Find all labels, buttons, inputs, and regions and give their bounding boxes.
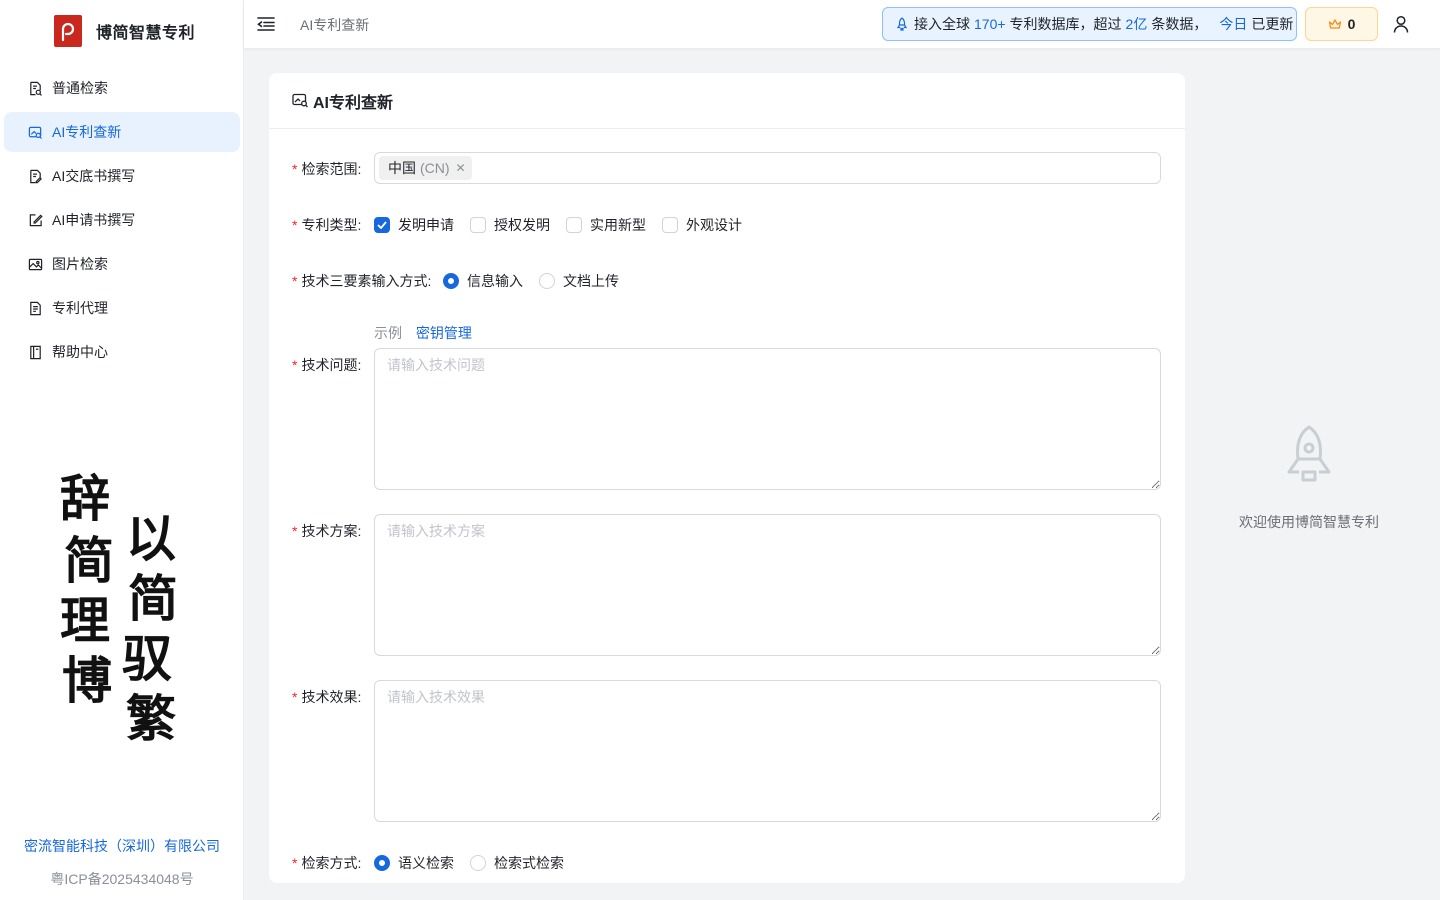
calligraphy-motto: 辞 简 理 博 以 简 驭 繁	[60, 469, 178, 748]
image-search-icon	[292, 93, 308, 108]
key-management-link[interactable]: 密钥管理	[416, 325, 472, 341]
patent-type-group: 发明申请 授权发明 实用新型 外观设计	[374, 215, 758, 235]
sidebar-item-label: 图片检索	[52, 256, 108, 272]
welcome-message: 欢迎使用博简智慧专利	[1239, 514, 1379, 530]
sidebar-item-label: 普通检索	[52, 80, 108, 96]
header-breadcrumb: AI专利查新	[300, 17, 370, 33]
crown-icon	[1328, 19, 1341, 29]
search-mode-label: * 检索方式:	[292, 855, 362, 871]
sidebar-item-ai-novelty[interactable]: AI专利查新	[4, 112, 240, 152]
patent-type-label: * 专利类型:	[292, 217, 362, 233]
sidebar-item-help-center[interactable]: 帮助中心	[4, 332, 240, 372]
brand[interactable]: 博简智慧专利	[54, 15, 195, 47]
checkbox[interactable]	[566, 217, 582, 233]
patent-type-design[interactable]: 外观设计	[662, 215, 742, 235]
pen-square-icon	[29, 213, 43, 226]
problem-textarea[interactable]	[374, 348, 1161, 490]
svg-text:博: 博	[62, 651, 112, 710]
sidebar-item-label: 帮助中心	[52, 344, 108, 360]
helper-links: 示例 密钥管理	[374, 323, 472, 343]
top-header: AI专利查新 接入全球 170+ 专利数据库，超过 2亿 条数据， 今日 已更新…	[244, 0, 1440, 48]
patent-type-invention-application[interactable]: 发明申请	[374, 215, 454, 235]
search-mode-expression[interactable]: 检索式检索	[470, 853, 564, 873]
patent-type-utility-model[interactable]: 实用新型	[566, 215, 646, 235]
svg-text:简: 简	[128, 569, 178, 628]
example-link[interactable]: 示例	[374, 325, 402, 341]
sidebar-item-ai-disclosure[interactable]: AI交底书撰写	[4, 156, 240, 196]
app-name: 博简智慧专利	[96, 25, 196, 42]
sidebar-item-image-search[interactable]: 图片检索	[4, 244, 240, 284]
rocket-icon	[1287, 425, 1331, 482]
doc-list-icon	[30, 301, 41, 315]
user-icon[interactable]	[1392, 14, 1410, 34]
svg-text:简: 简	[64, 531, 114, 590]
checkbox[interactable]	[470, 217, 486, 233]
radio[interactable]	[470, 855, 486, 871]
card-title: AI专利查新	[313, 94, 394, 112]
doc-edit-icon	[30, 169, 42, 183]
rocket-icon	[896, 17, 908, 31]
radio-selected[interactable]	[443, 273, 459, 289]
scope-select[interactable]: 中国 (CN) ✕	[374, 152, 1161, 184]
radio-selected[interactable]	[374, 855, 390, 871]
icp-record[interactable]: 粤ICP备2025434048号	[0, 869, 244, 889]
app-logo-icon	[54, 15, 82, 47]
sidebar: 博简智慧专利 普通检索 AI专利查新 AI交底书撰写 AI申请书撰写 图片检索 …	[0, 0, 244, 900]
svg-text:以: 以	[126, 509, 176, 568]
sidebar-item-ai-application[interactable]: AI申请书撰写	[4, 200, 240, 240]
sidebar-item-label: AI交底书撰写	[52, 168, 136, 184]
solution-textarea[interactable]	[374, 514, 1161, 656]
book-icon	[30, 345, 41, 359]
input-mode-label: * 技术三要素输入方式:	[292, 273, 432, 289]
card-header: AI专利查新	[269, 73, 1185, 129]
scope-label: * 检索范围:	[292, 161, 362, 177]
problem-label: * 技术问题:	[292, 357, 362, 373]
coin-balance-button[interactable]: 0	[1305, 7, 1378, 41]
effect-label: * 技术效果:	[292, 689, 362, 705]
menu-fold-icon[interactable]	[256, 14, 276, 34]
sidebar-item-label: 专利代理	[52, 300, 108, 316]
novelty-form-card: AI专利查新 * 检索范围: 中国 (CN) ✕ * 专利类型: 发明申请 授权发明…	[269, 73, 1185, 883]
effect-textarea[interactable]	[374, 680, 1161, 822]
company-link[interactable]: 密流智能科技（深圳）有限公司	[0, 836, 244, 856]
database-notice: 接入全球 170+ 专利数据库，超过 2亿 条数据， 今日 已更新	[882, 7, 1297, 41]
doc-search-icon	[30, 81, 42, 96]
input-mode-info[interactable]: 信息输入	[443, 271, 523, 291]
scope-tag: 中国 (CN) ✕	[379, 156, 472, 180]
svg-text:繁: 繁	[126, 689, 176, 748]
checkbox-checked[interactable]	[374, 217, 390, 233]
picture-icon	[28, 258, 43, 270]
checkbox[interactable]	[662, 217, 678, 233]
image-search-icon	[28, 126, 42, 139]
input-mode-group: 信息输入 文档上传	[443, 271, 635, 291]
search-mode-semantic[interactable]: 语义检索	[374, 853, 454, 873]
sidebar-item-patent-agency[interactable]: 专利代理	[4, 288, 240, 328]
coin-count: 0	[1347, 16, 1356, 32]
svg-text:理: 理	[60, 591, 110, 650]
radio[interactable]	[539, 273, 555, 289]
svg-text:辞: 辞	[60, 469, 110, 528]
sidebar-item-label: AI申请书撰写	[52, 212, 136, 228]
sidebar-item-general-search[interactable]: 普通检索	[4, 68, 240, 108]
sidebar-nav: 普通检索 AI专利查新 AI交底书撰写 AI申请书撰写 图片检索 专利代理 帮助…	[4, 68, 240, 376]
solution-label: * 技术方案:	[292, 523, 362, 539]
remove-tag-icon[interactable]: ✕	[456, 161, 466, 175]
search-mode-group: 语义检索 检索式检索	[374, 853, 580, 873]
sidebar-item-label: AI专利查新	[52, 124, 122, 140]
svg-text:驭: 驭	[122, 629, 172, 688]
patent-type-granted-invention[interactable]: 授权发明	[470, 215, 550, 235]
input-mode-upload[interactable]: 文档上传	[539, 271, 619, 291]
